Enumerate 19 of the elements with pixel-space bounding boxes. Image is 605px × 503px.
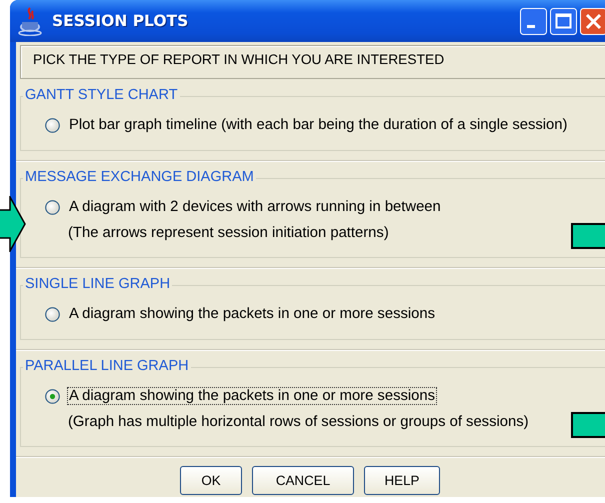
dialog-button[interactable]: CANCEL (252, 466, 354, 495)
option-label[interactable]: Plot bar graph timeline (with each bar being the duration of a single session) (67, 116, 570, 134)
instruction-text: PICK THE TYPE OF REPORT IN WHICH YOU ARE INTERESTED (20, 45, 605, 79)
option-label[interactable]: A diagram with 2 devices with arrows running in between (67, 198, 443, 216)
radio-button[interactable] (45, 118, 60, 132)
minimize-button[interactable] (520, 8, 547, 34)
radio-button[interactable] (45, 306, 60, 322)
dialog-button[interactable]: OK (180, 466, 242, 495)
maximize-button[interactable] (550, 8, 577, 34)
dialog-button[interactable]: HELP (364, 466, 440, 495)
option-note: (The arrows represent session initiation patterns) (67, 225, 390, 241)
option-label[interactable]: A diagram showing the packets in one or more sessions (67, 387, 438, 405)
radio-button[interactable] (45, 388, 60, 404)
option-label[interactable]: A diagram showing the packets in one or more sessions (67, 305, 438, 323)
radio-button[interactable] (45, 200, 60, 214)
window-title: SESSION PLOTS (52, 12, 188, 30)
option-note: (Graph has multiple horizontal rows of sessions or groups of sessions) (67, 414, 530, 430)
close-button[interactable] (580, 8, 605, 34)
coffee-cup-icon (18, 6, 44, 36)
